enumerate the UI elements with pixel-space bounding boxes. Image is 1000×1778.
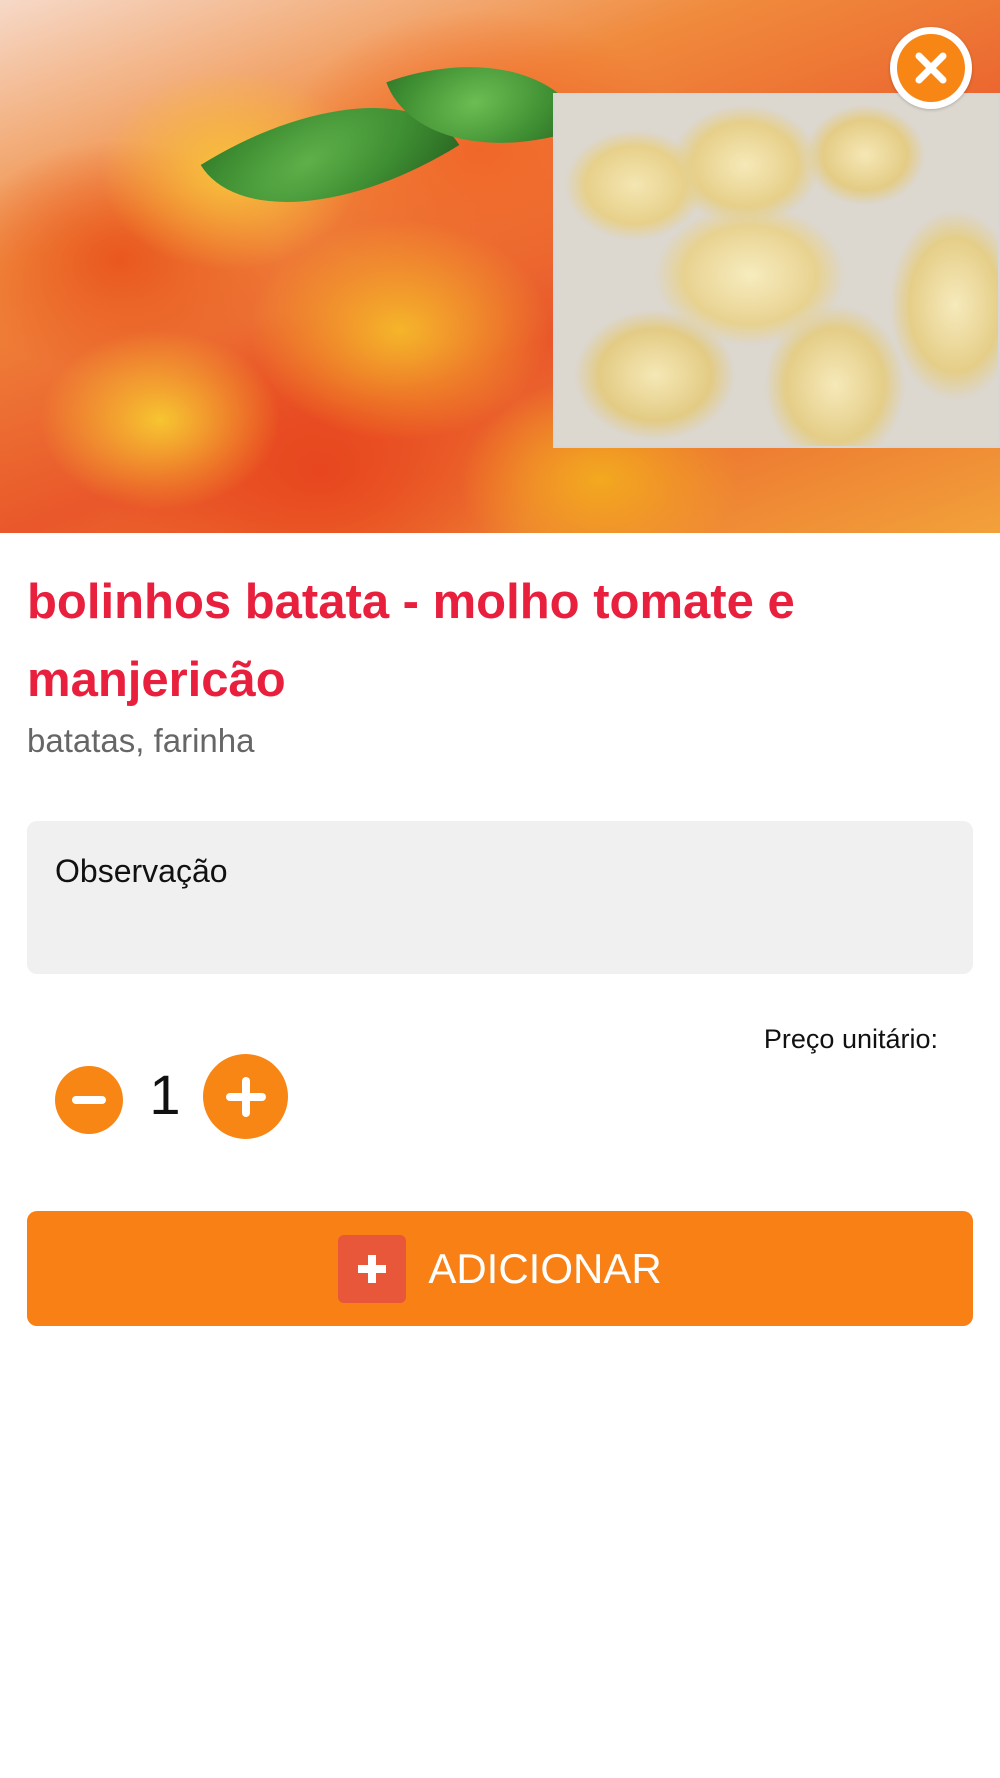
add-button-label: ADICIONAR [428,1244,662,1292]
quantity-value: 1 [149,1063,181,1126]
quantity-decrease-button[interactable] [55,1066,123,1134]
quantity-increase-button[interactable] [203,1054,288,1139]
add-to-order-button[interactable]: ADICIONAR [27,1211,973,1326]
unit-price-label: Preço unitário: [763,1024,938,1054]
product-ingredients: batatas, farinha [27,722,255,759]
observation-field[interactable]: Observação [27,821,973,974]
close-button[interactable] [890,27,972,109]
product-title: bolinhos batata - molho tomate e manjeri… [27,575,795,707]
close-icon [897,34,965,102]
plus-icon [225,1076,266,1117]
minus-icon [72,1096,106,1104]
product-thumbnail [553,93,1000,448]
observation-placeholder: Observação [55,853,228,889]
product-image [0,0,1000,533]
plus-square-icon [338,1234,407,1303]
